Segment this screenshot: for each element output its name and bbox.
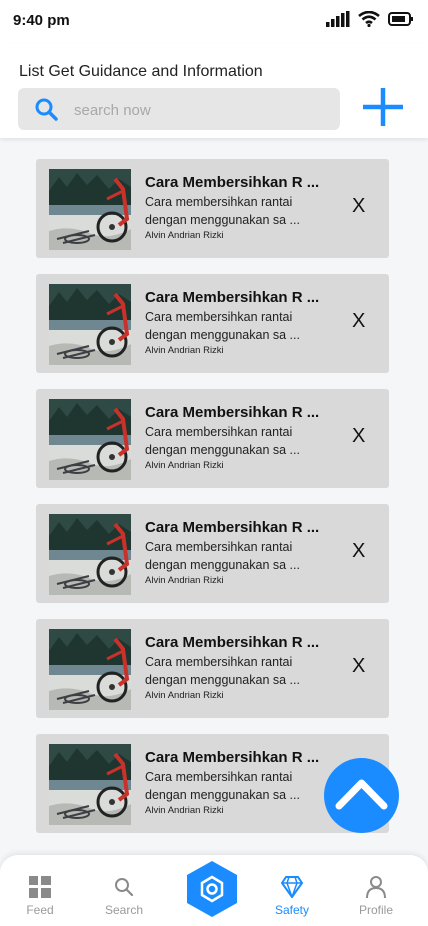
card-description-line: Cara membersihkan rantai [145,310,293,324]
card-author: Alvin Andrian Rizki [145,690,224,701]
list-item[interactable]: Cara Membersihkan R ... Cara membersihka… [36,504,389,603]
person-icon [366,876,386,899]
card-description-line: dengan menggunakan sa ... [145,673,300,687]
card-description-line: Cara membersihkan rantai [145,195,293,209]
bike-thumbnail [49,744,131,825]
search-input[interactable] [72,88,326,132]
bike-thumbnail [49,399,131,480]
add-button[interactable] [358,84,408,134]
bike-thumbnail [49,514,131,595]
delete-button[interactable]: X [352,655,365,678]
card-description-line: Cara membersihkan rantai [145,540,293,554]
card-description: Cara membersihkan rantai dengan mengguna… [145,423,325,459]
card-author: Alvin Andrian Rizki [145,460,224,471]
card-title: Cara Membersihkan R ... [145,519,320,536]
bike-thumbnail [49,284,131,365]
card-title: Cara Membersihkan R ... [145,749,320,766]
card-description-line: dengan menggunakan sa ... [145,443,300,457]
card-description: Cara membersihkan rantai dengan mengguna… [145,653,325,689]
tab-label: Safety [274,903,310,917]
delete-button[interactable]: X [352,195,365,218]
card-description: Cara membersihkan rantai dengan mengguna… [145,768,325,804]
bike-thumbnail [49,169,131,250]
delete-button[interactable]: X [352,310,365,333]
delete-button[interactable]: X [352,540,365,563]
list-item[interactable]: Cara Membersihkan R ... Cara membersihka… [36,619,389,718]
card-title: Cara Membersihkan R ... [145,404,320,421]
card-author: Alvin Andrian Rizki [145,575,224,586]
card-description: Cara membersihkan rantai dengan mengguna… [145,538,325,574]
tab-label: Feed [26,903,54,917]
tab-label: Profile [358,903,393,917]
card-description-line: Cara membersihkan rantai [145,655,293,669]
card-description: Cara membersihkan rantai dengan mengguna… [145,308,325,344]
card-author: Alvin Andrian Rizki [145,805,224,816]
search-icon [35,98,58,121]
list-item[interactable]: Cara Membersihkan R ... Cara membersihka… [36,159,389,258]
card-description-line: Cara membersihkan rantai [145,770,293,784]
page-title: List Get Guidance and Information [19,63,263,80]
status-time: 9:40 pm [13,12,70,29]
tab-feed[interactable]: Feed [0,855,80,926]
card-author: Alvin Andrian Rizki [145,230,224,241]
card-description-line: Cara membersihkan rantai [145,425,293,439]
card-description-line: dengan menggunakan sa ... [145,328,300,342]
bike-thumbnail [49,629,131,710]
card-title: Cara Membersihkan R ... [145,289,320,306]
card-title: Cara Membersihkan R ... [145,174,320,191]
search-icon [115,878,134,897]
wifi-icon [358,11,380,27]
chevron-up-icon [335,779,388,810]
hexagon-icon[interactable] [185,859,239,919]
list-item[interactable]: Cara Membersihkan R ... Cara membersihka… [36,389,389,488]
grid-icon [29,876,51,898]
list-item[interactable]: Cara Membersihkan R ... Cara membersihka… [36,274,389,373]
signal-icon [326,11,350,27]
card-description-line: dengan menggunakan sa ... [145,788,300,802]
scroll-top-button[interactable] [324,758,399,833]
tab-safety[interactable]: Safety [252,855,332,926]
card-author: Alvin Andrian Rizki [145,345,224,356]
card-title: Cara Membersihkan R ... [145,634,320,651]
card-description-line: dengan menggunakan sa ... [145,213,300,227]
battery-icon [388,12,413,26]
delete-button[interactable]: X [352,425,365,448]
tab-profile[interactable]: Profile [336,855,416,926]
tab-label: Search [104,903,144,917]
bottom-tab-bar: Feed Search Safety Profile [0,855,428,926]
diamond-icon [281,876,303,898]
tab-search[interactable]: Search [84,855,164,926]
status-icons [326,11,414,27]
card-description-line: dengan menggunakan sa ... [145,558,300,572]
status-bar: 9:40 pm [0,0,428,44]
page-header: List Get Guidance and Information [0,44,428,138]
card-description: Cara membersihkan rantai dengan mengguna… [145,193,325,229]
search-bar[interactable] [18,88,340,132]
